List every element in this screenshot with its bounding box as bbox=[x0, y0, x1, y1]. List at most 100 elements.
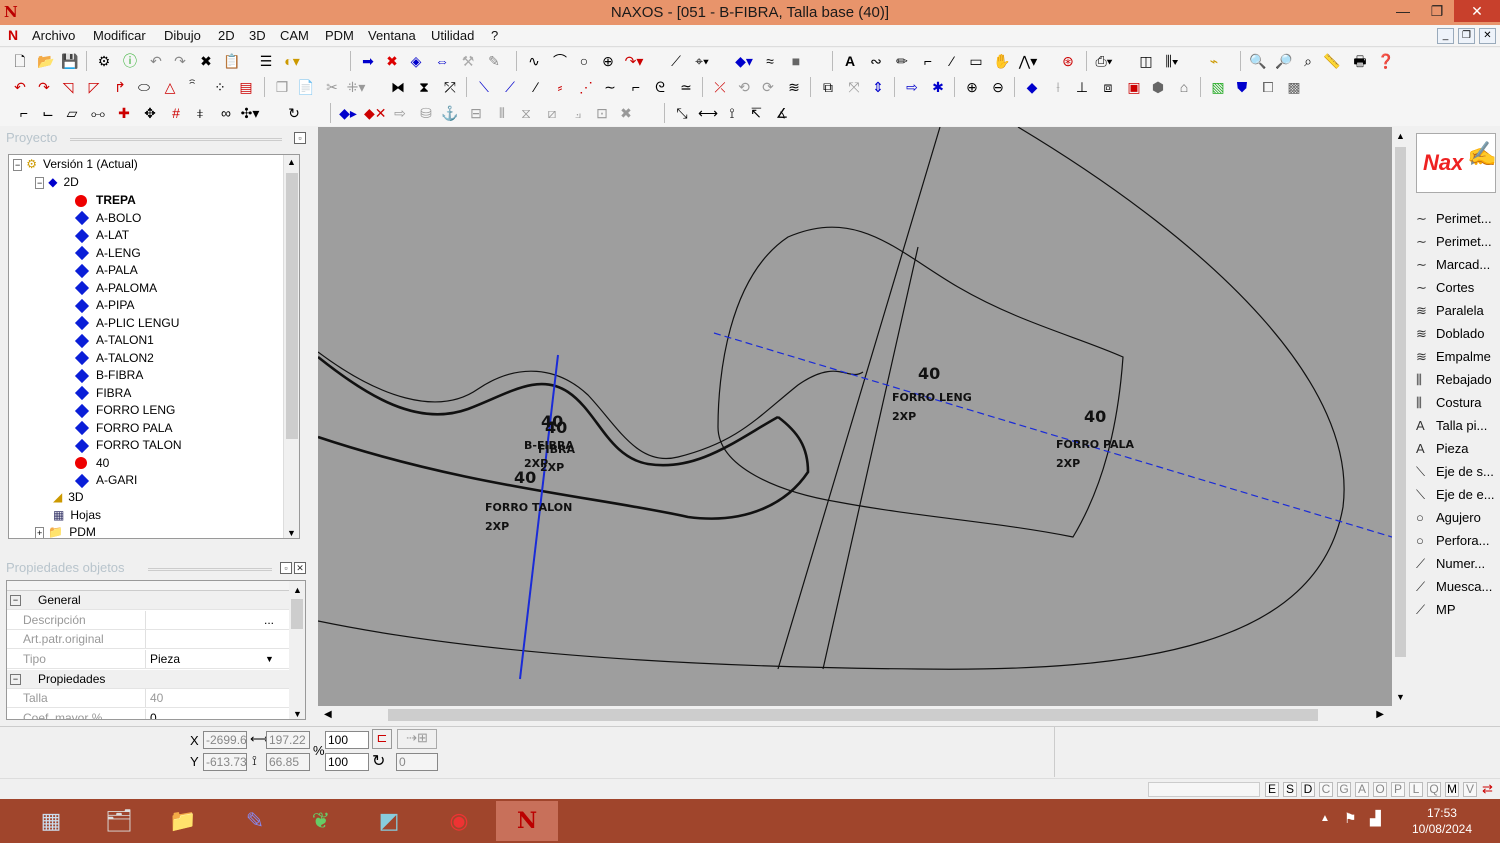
leaf-app-icon[interactable]: ❦ bbox=[290, 801, 352, 841]
tool-icon[interactable]: ⚒ bbox=[458, 51, 478, 71]
copy-icon[interactable]: ❐ bbox=[272, 77, 292, 97]
tool-item[interactable]: ≋ Empalme bbox=[1416, 347, 1500, 367]
move-cross-icon[interactable]: ✥ bbox=[140, 103, 160, 123]
tree-folder-pdm[interactable]: + 📁 PDM bbox=[35, 524, 96, 538]
tree-item[interactable]: TREPA bbox=[75, 192, 136, 209]
tool-item[interactable]: ⫼ Costura bbox=[1416, 393, 1500, 413]
v-dim-icon[interactable]: ⟟ bbox=[722, 103, 742, 123]
house-icon[interactable]: ⌂ bbox=[1174, 77, 1194, 97]
rotate-icon[interactable]: ⤱ bbox=[440, 77, 460, 97]
tree-item[interactable]: FIBRA bbox=[74, 385, 131, 402]
ellipse-icon[interactable]: ⬭ bbox=[134, 77, 154, 97]
tree-item[interactable]: A-BOLO bbox=[74, 210, 141, 227]
anchor-icon[interactable]: ⚓ bbox=[440, 103, 460, 123]
tree-item[interactable]: FORRO LENG bbox=[74, 402, 175, 419]
line2-blue-icon[interactable]: ⟋ bbox=[500, 77, 520, 97]
swirl-icon[interactable]: ᘓ bbox=[650, 77, 670, 97]
join-tool-icon[interactable]: ↱ bbox=[110, 77, 130, 97]
delete-icon[interactable]: ✖ bbox=[196, 51, 216, 71]
table-icon[interactable]: ⊟ bbox=[466, 103, 486, 123]
scale-icon[interactable]: ⤧ bbox=[844, 77, 864, 97]
minimize-button[interactable]: — bbox=[1386, 0, 1420, 22]
pad-app-icon[interactable]: ◩ bbox=[358, 801, 420, 841]
prop-talla[interactable]: Talla 40 bbox=[7, 689, 289, 708]
h-dim-icon[interactable]: ⟷ bbox=[698, 103, 718, 123]
window-icon[interactable]: ⧈ bbox=[1098, 77, 1118, 97]
status-toggle[interactable]: P bbox=[1391, 782, 1405, 797]
hand-icon[interactable]: ✋ bbox=[992, 51, 1012, 71]
open-folder-icon[interactable]: 📂 bbox=[36, 51, 56, 71]
tool-item[interactable]: A Pieza bbox=[1416, 439, 1500, 459]
grid-icon[interactable]: ▤ bbox=[236, 77, 256, 97]
shape-gray-icon[interactable]: ⬢ bbox=[1148, 77, 1168, 97]
align-icon[interactable]: ⊥ bbox=[1072, 77, 1092, 97]
tree-item[interactable]: A-PALOMA bbox=[74, 280, 157, 297]
step-icon[interactable]: ⌐ bbox=[626, 77, 646, 97]
calculator-icon[interactable]: ▦ bbox=[20, 801, 82, 841]
status-toggle[interactable]: Q bbox=[1427, 782, 1441, 797]
info-icon[interactable]: ⓘ bbox=[120, 51, 140, 71]
hash-icon[interactable]: # bbox=[166, 103, 186, 123]
mdi-close-button[interactable]: ✕ bbox=[1479, 28, 1496, 44]
freehand-icon[interactable]: ∾ bbox=[866, 51, 886, 71]
layers2-icon[interactable]: ▩ bbox=[1284, 77, 1304, 97]
tree-scrollbar[interactable]: ▲ ▼ bbox=[283, 155, 299, 538]
status-toggle[interactable]: V bbox=[1463, 782, 1477, 797]
canvas-horizontal-scrollbar[interactable]: ◀ ▶ bbox=[318, 706, 1392, 724]
height-field[interactable]: 66.85 bbox=[266, 753, 310, 771]
menu-help[interactable]: ? bbox=[491, 28, 498, 43]
scale-x-field[interactable]: 100 bbox=[325, 731, 369, 749]
shield-icon[interactable]: ⛊ bbox=[1232, 77, 1252, 97]
drawing-canvas[interactable]: 40 B-FIBRA 2XP 40 FIBRA 2XP 40 FORRO TAL… bbox=[318, 127, 1392, 706]
arc-icon[interactable]: ↷▾ bbox=[624, 51, 644, 71]
palette-icon[interactable]: ◐▾ bbox=[282, 51, 302, 71]
explorer-icon[interactable]: 📁 bbox=[152, 801, 214, 841]
shape-tool-icon[interactable]: ◹ bbox=[58, 77, 78, 97]
status-toggle[interactable]: S bbox=[1283, 782, 1297, 797]
square-icon[interactable]: ■ bbox=[786, 51, 806, 71]
tree-root[interactable]: − ⚙ Versión 1 (Actual) bbox=[13, 156, 138, 173]
corner2-tool-icon[interactable]: ⌙ bbox=[38, 103, 58, 123]
status-toggle[interactable]: O bbox=[1373, 782, 1387, 797]
restore-button[interactable]: ❐ bbox=[1420, 0, 1454, 22]
pencil-icon[interactable]: ✏ bbox=[892, 51, 912, 71]
node-edit-icon[interactable]: ⌖▾ bbox=[692, 51, 712, 71]
angle-icon[interactable]: ∡ bbox=[772, 103, 792, 123]
duplicate-icon[interactable]: ⧉ bbox=[818, 77, 838, 97]
props-float-button[interactable]: ▫ bbox=[280, 562, 292, 574]
tool-item[interactable]: ≋ Doblado bbox=[1416, 324, 1500, 344]
menu-ventana[interactable]: Ventana bbox=[368, 28, 416, 43]
zoom-icon[interactable]: 🔍 bbox=[1248, 51, 1268, 71]
clipboard-icon[interactable]: 📋 bbox=[222, 51, 242, 71]
close-button[interactable]: ✕ bbox=[1454, 0, 1500, 22]
dash-icon[interactable]: ⋰ bbox=[576, 77, 596, 97]
up-down-icon[interactable]: ⇕ bbox=[868, 77, 888, 97]
descripcion-browse-button[interactable]: ... bbox=[259, 611, 279, 630]
ruler-icon[interactable]: 📏 bbox=[1322, 51, 1342, 71]
join-blue-icon[interactable]: ⇨ bbox=[902, 77, 922, 97]
star-icon[interactable]: ✱ bbox=[928, 77, 948, 97]
panel-float-button[interactable]: ▫ bbox=[294, 132, 306, 144]
tool-item[interactable]: A Talla pi... bbox=[1416, 416, 1500, 436]
tool-item[interactable]: ∼ Perimet... bbox=[1416, 209, 1500, 229]
menu-utilidad[interactable]: Utilidad bbox=[431, 28, 474, 43]
tree-item[interactable]: B-FIBRA bbox=[74, 367, 143, 384]
cylinder-icon[interactable]: ⛁ bbox=[416, 103, 436, 123]
flag-icon[interactable]: ⚑ bbox=[1344, 810, 1357, 827]
tree-item[interactable]: A-TALON1 bbox=[74, 332, 154, 349]
settings-icon[interactable]: ⚙ bbox=[94, 51, 114, 71]
naxos-task-icon[interactable]: N bbox=[496, 801, 558, 841]
tool-item[interactable]: ≋ Paralela bbox=[1416, 301, 1500, 321]
arrows-icon[interactable]: ⇨ bbox=[390, 103, 410, 123]
menu-dibujo[interactable]: Dibujo bbox=[164, 28, 201, 43]
nodes-icon[interactable]: ⁜▾ bbox=[346, 77, 366, 97]
prop-descripcion[interactable]: Descripción ... bbox=[7, 611, 289, 630]
slash-icon[interactable]: ∕ bbox=[526, 77, 546, 97]
layers-icon[interactable]: ☰ bbox=[256, 51, 276, 71]
new-file-icon[interactable]: 🗋 bbox=[10, 51, 30, 71]
status-toggle[interactable]: E bbox=[1265, 782, 1279, 797]
tree-item[interactable]: A-LENG bbox=[74, 245, 141, 262]
tree-item[interactable]: A-TALON2 bbox=[74, 350, 154, 367]
select-arrow-icon[interactable]: ➡ bbox=[358, 51, 378, 71]
tool-item[interactable]: ∼ Marcad... bbox=[1416, 255, 1500, 275]
